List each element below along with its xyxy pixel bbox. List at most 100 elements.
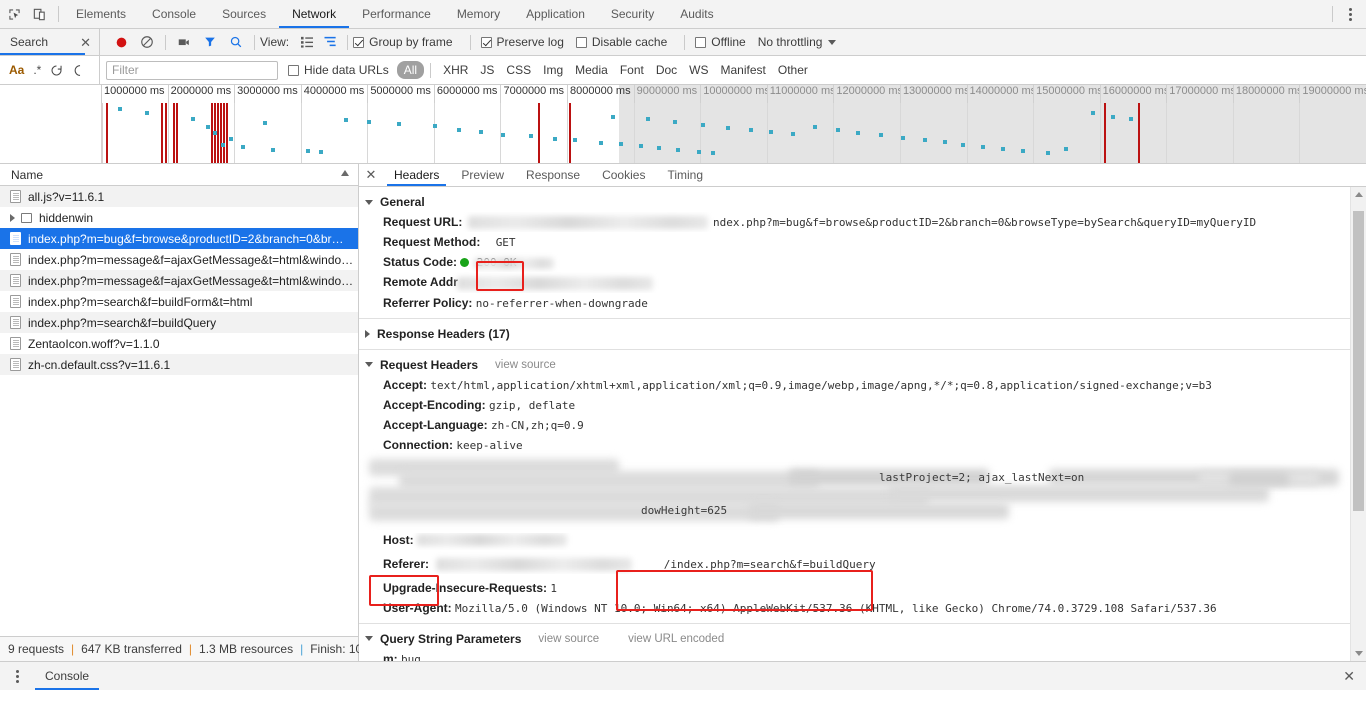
request-headers-header[interactable]: Request Headers view source xyxy=(359,355,1366,375)
table-row-selected[interactable]: index.php?m=bug&f=browse&productID=2&bra… xyxy=(0,228,358,249)
tab-timing[interactable]: Timing xyxy=(656,164,714,186)
filter-type-doc[interactable]: Doc xyxy=(650,62,683,78)
filter-type-js[interactable]: JS xyxy=(474,62,500,78)
search-panel-tab[interactable]: Search ✕ xyxy=(0,29,99,55)
timeline-tick: 6000000 ms xyxy=(433,85,501,103)
filter-type-manifest[interactable]: Manifest xyxy=(715,62,772,78)
view-source-link[interactable]: view source xyxy=(538,633,599,645)
tab-response[interactable]: Response xyxy=(515,164,591,186)
filter-type-css[interactable]: CSS xyxy=(500,62,537,78)
table-row[interactable]: hiddenwin xyxy=(0,207,358,228)
camera-icon[interactable] xyxy=(171,30,197,54)
sort-ascending-icon[interactable] xyxy=(341,170,349,176)
network-overview-timeline[interactable]: 1000000 ms 2000000 ms 3000000 ms 4000000 ms… xyxy=(0,85,1366,164)
general-section-header[interactable]: General xyxy=(359,192,1366,212)
header-row-accept-encoding: Accept-Encoding: gzip, deflate xyxy=(359,395,1366,415)
timeline-tick: 7000000 ms xyxy=(500,85,567,103)
filter-funnel-icon[interactable] xyxy=(197,30,223,54)
tab-elements[interactable]: Elements xyxy=(63,0,139,28)
tab-audits[interactable]: Audits xyxy=(667,0,726,28)
chevron-right-icon xyxy=(365,329,370,338)
view-url-encoded-link[interactable]: view URL encoded xyxy=(628,633,724,645)
search-tab-label: Search xyxy=(10,35,49,49)
section-divider xyxy=(359,622,1366,624)
toggle-device-toolbar-icon[interactable] xyxy=(31,6,48,23)
throttling-select[interactable]: No throttling xyxy=(758,35,823,49)
filter-placeholder: Filter xyxy=(112,63,139,77)
table-row[interactable]: index.php?m=search&f=buildQuery xyxy=(0,312,358,333)
scroll-up-arrow-icon[interactable] xyxy=(1351,187,1366,202)
header-key: Accept: xyxy=(383,377,428,392)
tab-memory[interactable]: Memory xyxy=(444,0,513,28)
timeline-request-dot xyxy=(457,128,461,132)
list-view-icon[interactable] xyxy=(296,30,318,54)
overview-window-handle[interactable] xyxy=(101,103,103,163)
response-headers-section: Response Headers (17) xyxy=(359,324,1366,344)
tab-application[interactable]: Application xyxy=(513,0,598,28)
tab-cookies[interactable]: Cookies xyxy=(591,164,656,186)
tab-security[interactable]: Security xyxy=(598,0,667,28)
kebab-menu-icon[interactable] xyxy=(9,669,25,683)
timeline-request-dot xyxy=(241,145,245,149)
tab-preview[interactable]: Preview xyxy=(450,164,515,186)
table-row[interactable]: zh-cn.default.css?v=11.6.1 xyxy=(0,354,358,375)
filter-type-img[interactable]: Img xyxy=(537,62,569,78)
offline-checkbox[interactable]: Offline xyxy=(695,35,746,49)
scroll-down-arrow-icon[interactable] xyxy=(1351,646,1366,661)
disable-cache-checkbox[interactable]: Disable cache xyxy=(575,35,667,49)
tab-sources[interactable]: Sources xyxy=(209,0,279,28)
group-by-frame-checkbox[interactable]: Group by frame xyxy=(353,35,453,49)
close-icon[interactable]: ✕ xyxy=(1343,668,1355,685)
request-headers-section: Request Headers view source Accept: text… xyxy=(359,355,1366,618)
table-row[interactable]: index.php?m=message&f=ajaxGetMessage&t=h… xyxy=(0,270,358,291)
expand-triangle-icon[interactable] xyxy=(10,213,15,222)
table-row[interactable]: index.php?m=message&f=ajaxGetMessage&t=h… xyxy=(0,249,358,270)
preserve-log-checkbox[interactable]: Preserve log xyxy=(480,35,564,49)
search-icon[interactable] xyxy=(223,30,249,54)
close-icon[interactable]: ✕ xyxy=(80,36,91,49)
request-name: zh-cn.default.css?v=11.6.1 xyxy=(28,357,171,372)
section-divider xyxy=(359,348,1366,350)
detail-scrollbar[interactable] xyxy=(1350,187,1366,661)
status-divider: | xyxy=(188,642,193,656)
tab-network[interactable]: Network xyxy=(279,0,350,28)
table-row[interactable]: index.php?m=search&f=buildForm&t=html xyxy=(0,291,358,312)
tab-console[interactable]: Console xyxy=(139,0,209,28)
table-row[interactable]: all.js?v=11.6.1 xyxy=(0,186,358,207)
clear-icon[interactable] xyxy=(134,30,160,54)
inspect-element-icon[interactable] xyxy=(6,6,23,23)
hide-data-urls-checkbox[interactable]: Hide data URLs xyxy=(288,63,389,77)
drawer-tab-console[interactable]: Console xyxy=(35,662,100,690)
toolbar-divider xyxy=(347,34,349,50)
kebab-menu-icon[interactable] xyxy=(1342,7,1358,21)
redacted-remote-address xyxy=(457,276,654,290)
waterfall-view-icon[interactable] xyxy=(318,30,342,54)
timeline-request-dot xyxy=(367,120,371,124)
query-string-header[interactable]: Query String Parameters view source view… xyxy=(359,629,1366,649)
filter-type-font[interactable]: Font xyxy=(614,62,650,78)
record-button-icon[interactable] xyxy=(108,30,134,54)
timeline-request-dot xyxy=(836,128,840,132)
chevron-down-icon[interactable] xyxy=(828,39,837,45)
filter-type-ws[interactable]: WS xyxy=(683,62,714,78)
timeline-request-dot xyxy=(813,125,817,129)
tab-headers[interactable]: Headers xyxy=(383,164,450,186)
filter-input[interactable]: Filter xyxy=(106,60,278,80)
filter-type-xhr[interactable]: XHR xyxy=(437,62,474,78)
filter-type-media[interactable]: Media xyxy=(569,62,614,78)
filter-type-all[interactable]: All xyxy=(396,61,425,79)
scrollbar-thumb[interactable] xyxy=(1353,211,1364,511)
clear-search-icon[interactable] xyxy=(72,64,84,77)
request-list-header[interactable]: Name xyxy=(0,164,358,186)
regex-icon[interactable]: .* xyxy=(33,63,41,77)
view-source-link[interactable]: view source xyxy=(495,359,556,371)
tab-performance[interactable]: Performance xyxy=(349,0,444,28)
refresh-icon[interactable] xyxy=(50,64,63,77)
header-key: Accept-Language: xyxy=(383,417,488,432)
filter-type-other[interactable]: Other xyxy=(772,62,814,78)
close-icon[interactable]: ✕ xyxy=(359,164,383,186)
filter-toolbar-row: Aa .* Filter Hide data URLs All XHR JS C… xyxy=(0,56,1366,85)
match-case-icon[interactable]: Aa xyxy=(9,63,24,77)
table-row[interactable]: ZentaoIcon.woff?v=1.1.0 xyxy=(0,333,358,354)
response-headers-header[interactable]: Response Headers (17) xyxy=(359,324,1366,344)
